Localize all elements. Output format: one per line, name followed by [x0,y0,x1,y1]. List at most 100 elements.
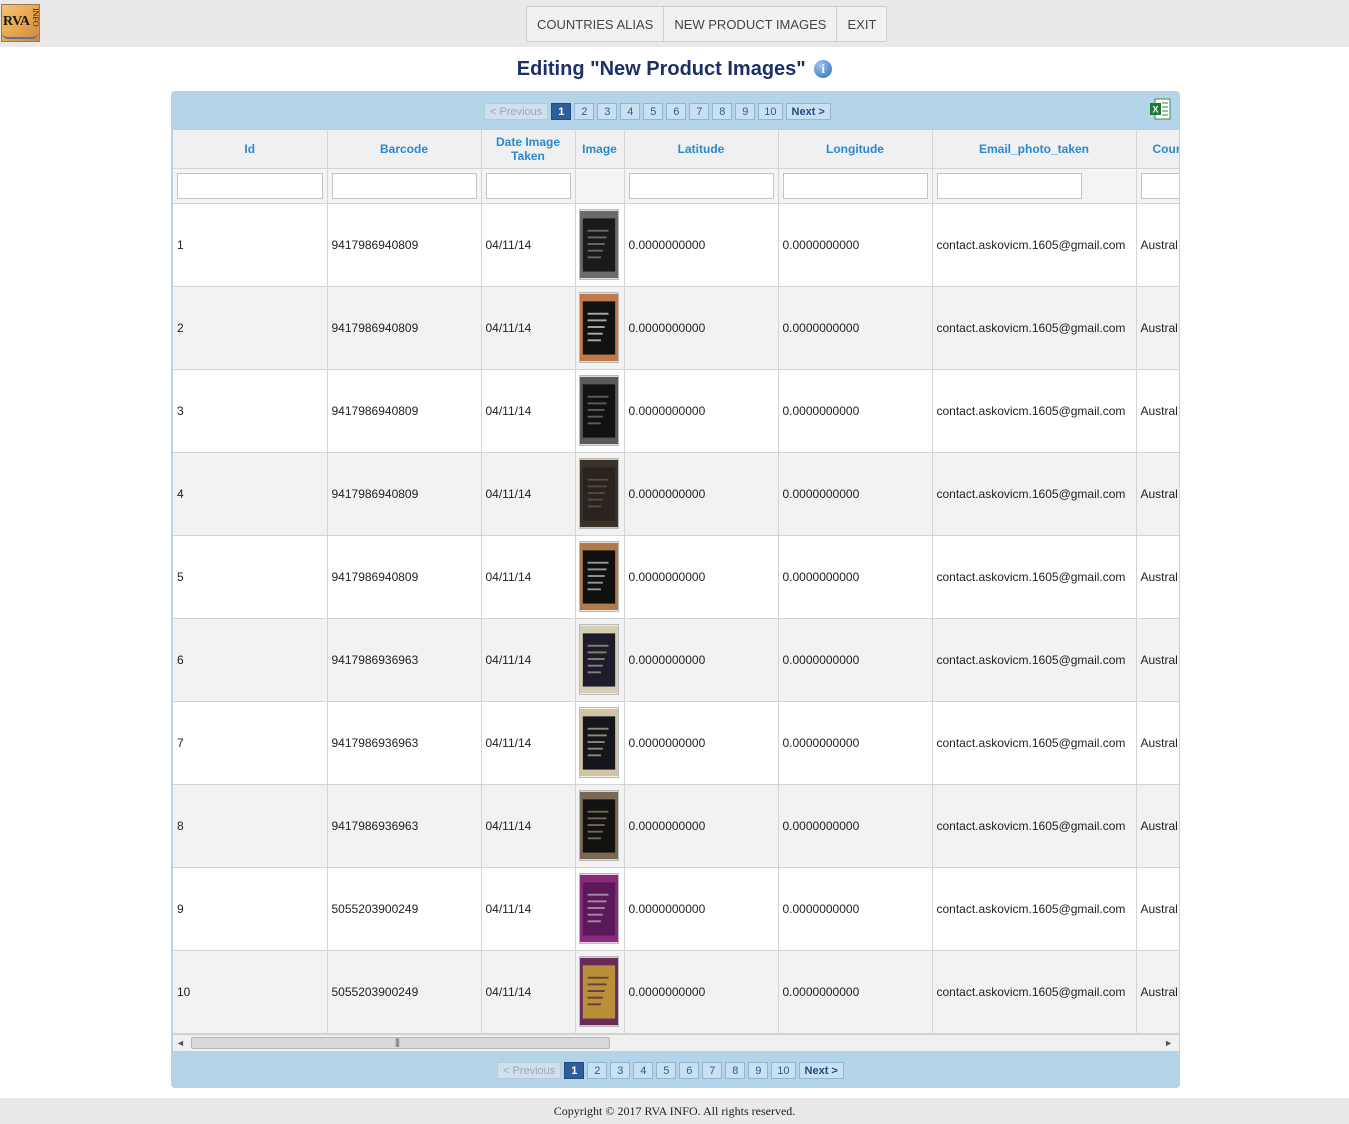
pager-page-10[interactable]: 10 [758,103,783,120]
col-header-id[interactable]: Id [173,130,328,169]
cell-longitude[interactable]: 0.0000000000 [778,535,933,619]
cell-barcode[interactable]: 5055203900249 [327,867,482,951]
cell-latitude[interactable]: 0.0000000000 [624,286,779,370]
cell-id[interactable]: 7 [173,701,328,785]
cell-barcode[interactable]: 9417986936963 [327,701,482,785]
cell-image[interactable] [575,950,625,1034]
cell-longitude[interactable]: 0.0000000000 [778,203,933,287]
cell-email[interactable]: contact.askovicm.1605@gmail.com [932,452,1137,536]
horizontal-scrollbar[interactable]: ◄ ||| ► [173,1034,1179,1051]
pager-page-7[interactable]: 7 [689,103,710,120]
cell-country[interactable]: Austral [1136,867,1179,951]
cell-latitude[interactable]: 0.0000000000 [624,867,779,951]
col-header-barcode[interactable]: Barcode [327,130,482,169]
filter-input-id[interactable] [177,172,323,199]
table-row[interactable]: 9 5055203900249 04/11/14 0.0000000000 0.0000… [173,867,1179,951]
table-row[interactable]: 2 9417986940809 04/11/14 0.0000000000 0.0000… [173,286,1179,370]
pager-page-4[interactable]: 4 [620,103,641,120]
table-row[interactable]: 1 9417986940809 04/11/14 0.0000000000 0.0000… [173,203,1179,287]
product-image-thumbnail[interactable] [578,209,619,280]
col-header-email-photo-taken[interactable]: Email_photo_taken [932,130,1137,169]
cell-image[interactable] [575,618,625,702]
pager-next-button[interactable]: Next > [798,1062,844,1079]
cell-longitude[interactable]: 0.0000000000 [778,369,933,453]
product-image-thumbnail[interactable] [578,790,619,861]
excel-export-icon[interactable]: X [1149,98,1171,120]
filter-input-barcode[interactable] [331,172,477,199]
pager-page-3[interactable]: 3 [597,103,618,120]
cell-longitude[interactable]: 0.0000000000 [778,452,933,536]
cell-country[interactable]: Austral [1136,950,1179,1034]
product-image-thumbnail[interactable] [578,458,619,529]
scrollbar-thumb[interactable]: ||| [191,1037,610,1049]
cell-email[interactable]: contact.askovicm.1605@gmail.com [932,784,1137,868]
cell-id[interactable]: 9 [173,867,328,951]
pager-next-button[interactable]: Next > [785,103,831,120]
cell-longitude[interactable]: 0.0000000000 [778,618,933,702]
filter-input-date[interactable] [485,172,571,199]
cell-date[interactable]: 04/11/14 [481,618,576,702]
cell-country[interactable]: Austral [1136,701,1179,785]
cell-id[interactable]: 10 [173,950,328,1034]
cell-image[interactable] [575,784,625,868]
table-row[interactable]: 6 9417986936963 04/11/14 0.0000000000 0.0000… [173,618,1179,702]
product-image-thumbnail[interactable] [578,375,619,446]
cell-longitude[interactable]: 0.0000000000 [778,784,933,868]
cell-country[interactable]: Austral [1136,535,1179,619]
cell-image[interactable] [575,203,625,287]
nav-countries-alias[interactable]: COUNTRIES ALIAS [527,7,665,41]
cell-barcode[interactable]: 9417986940809 [327,452,482,536]
cell-barcode[interactable]: 5055203900249 [327,950,482,1034]
cell-id[interactable]: 2 [173,286,328,370]
pager-page-2[interactable]: 2 [587,1062,608,1079]
cell-date[interactable]: 04/11/14 [481,535,576,619]
cell-id[interactable]: 3 [173,369,328,453]
nav-exit[interactable]: EXIT [837,7,886,41]
table-row[interactable]: 8 9417986936963 04/11/14 0.0000000000 0.0000… [173,784,1179,868]
scroll-right-arrow-icon[interactable]: ► [1164,1038,1173,1048]
col-header-date-image-taken[interactable]: Date Image Taken [481,130,576,169]
cell-image[interactable] [575,452,625,536]
cell-email[interactable]: contact.askovicm.1605@gmail.com [932,535,1137,619]
cell-date[interactable]: 04/11/14 [481,203,576,287]
cell-id[interactable]: 4 [173,452,328,536]
cell-barcode[interactable]: 9417986940809 [327,286,482,370]
cell-image[interactable] [575,535,625,619]
cell-country[interactable]: Austral [1136,784,1179,868]
pager-page-8[interactable]: 8 [712,103,733,120]
rva-info-logo[interactable]: RVA INFO [1,4,40,42]
cell-longitude[interactable]: 0.0000000000 [778,867,933,951]
product-image-thumbnail[interactable] [578,707,619,778]
cell-barcode[interactable]: 9417986940809 [327,203,482,287]
table-row[interactable]: 7 9417986936963 04/11/14 0.0000000000 0.0000… [173,701,1179,785]
cell-image[interactable] [575,701,625,785]
pager-previous-button[interactable]: < Previous [497,1062,562,1079]
pager-page-1[interactable]: 1 [564,1062,585,1079]
pager-page-7[interactable]: 7 [702,1062,723,1079]
table-row[interactable]: 4 9417986940809 04/11/14 0.0000000000 0.0000… [173,452,1179,536]
info-icon[interactable]: i [814,60,833,78]
cell-latitude[interactable]: 0.0000000000 [624,203,779,287]
pager-page-8[interactable]: 8 [725,1062,746,1079]
cell-country[interactable]: Austral [1136,618,1179,702]
scroll-left-arrow-icon[interactable]: ◄ [176,1038,185,1048]
pager-page-5[interactable]: 5 [656,1062,677,1079]
pager-page-6[interactable]: 6 [679,1062,700,1079]
cell-email[interactable]: contact.askovicm.1605@gmail.com [932,950,1137,1034]
filter-input-longitude[interactable] [782,172,928,199]
table-row[interactable]: 5 9417986940809 04/11/14 0.0000000000 0.0000… [173,535,1179,619]
col-header-image[interactable]: Image [575,130,625,169]
cell-date[interactable]: 04/11/14 [481,452,576,536]
cell-email[interactable]: contact.askovicm.1605@gmail.com [932,286,1137,370]
cell-date[interactable]: 04/11/14 [481,784,576,868]
col-header-latitude[interactable]: Latitude [624,130,779,169]
product-image-thumbnail[interactable] [578,873,619,944]
pager-page-3[interactable]: 3 [610,1062,631,1079]
pager-page-6[interactable]: 6 [666,103,687,120]
cell-latitude[interactable]: 0.0000000000 [624,535,779,619]
cell-email[interactable]: contact.askovicm.1605@gmail.com [932,369,1137,453]
cell-latitude[interactable]: 0.0000000000 [624,950,779,1034]
cell-latitude[interactable]: 0.0000000000 [624,701,779,785]
col-header-country[interactable]: Coun [1136,130,1179,169]
pager-page-4[interactable]: 4 [633,1062,654,1079]
